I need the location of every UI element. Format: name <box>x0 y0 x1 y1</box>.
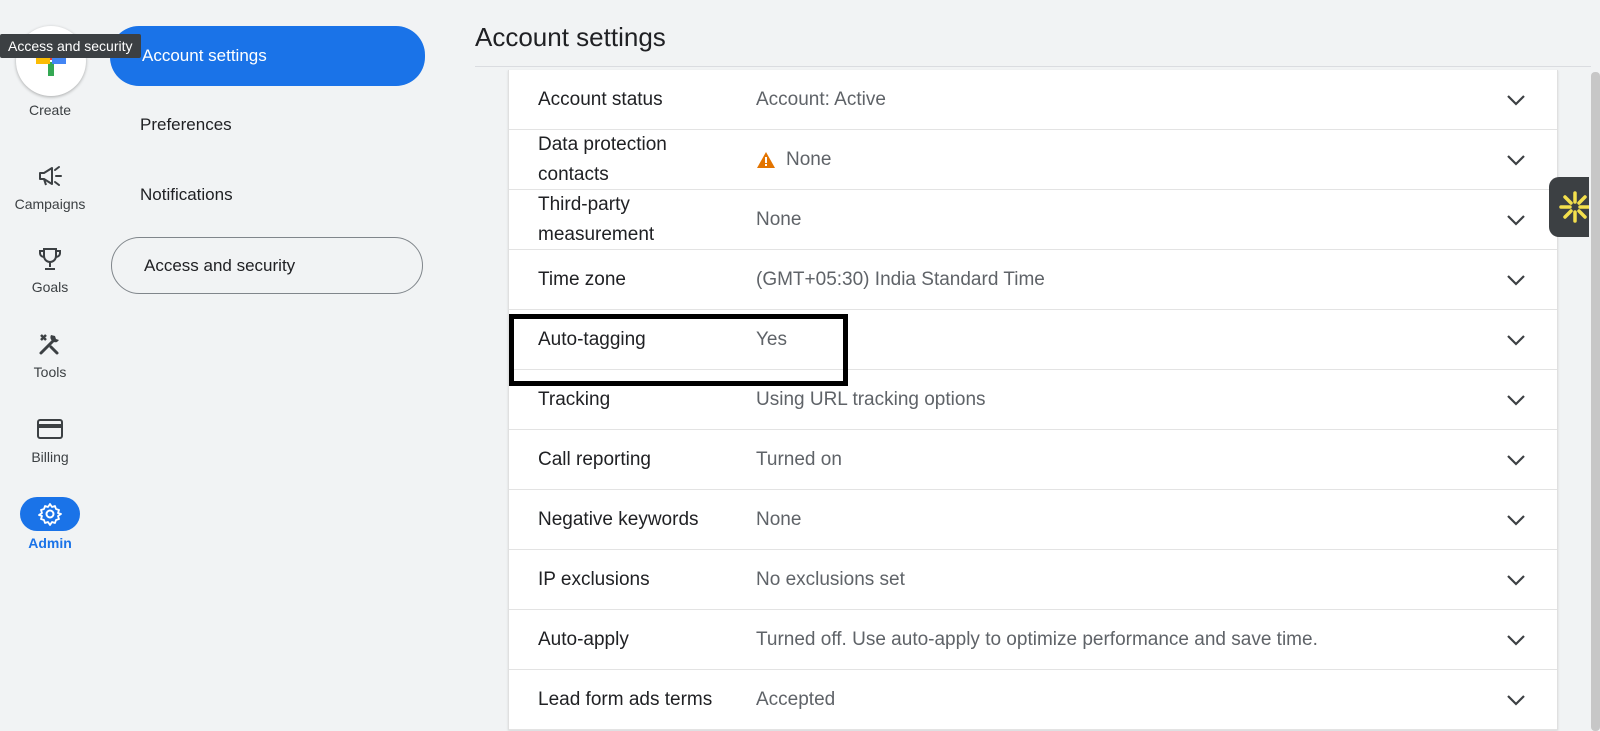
megaphone-icon <box>32 160 68 192</box>
chevron-down-icon[interactable] <box>1505 629 1527 651</box>
row-value-text: Using URL tracking options <box>756 388 986 410</box>
row-value: Turned off. Use auto-apply to optimize p… <box>756 629 1318 651</box>
row-value: None <box>756 209 801 231</box>
row-value: (GMT+05:30) India Standard Time <box>756 269 1045 291</box>
navigation-rail: Create Campaigns Goals Tools Billing Adm… <box>0 0 100 731</box>
sparkle-icon <box>1558 191 1591 223</box>
chevron-down-icon[interactable] <box>1505 389 1527 411</box>
row-value-text: None <box>756 208 802 230</box>
settings-row-data-protection-contacts[interactable]: Data protection contacts None <box>509 130 1557 190</box>
scrollbar-thumb[interactable] <box>1591 72 1600 731</box>
rail-item-admin[interactable]: Admin <box>0 497 100 567</box>
row-value-text: None <box>786 148 832 170</box>
row-value-text: None <box>756 508 802 530</box>
row-label: Data protection contacts <box>538 133 667 185</box>
settings-row-auto-tagging[interactable]: Auto-tagging Yes <box>509 310 1557 370</box>
row-label: Tracking <box>538 388 611 410</box>
row-value-text: Turned off. Use auto-apply to optimize p… <box>756 628 1318 650</box>
subnav-item-access-and-security[interactable]: Access and security <box>111 237 423 294</box>
row-value: Accepted <box>756 689 835 711</box>
subnav-item-notifications[interactable]: Notifications <box>108 166 425 224</box>
row-value-text: Turned on <box>756 448 842 470</box>
page-title: Account settings <box>475 22 666 52</box>
row-value: Using URL tracking options <box>756 389 986 411</box>
row-label: Lead form ads terms <box>538 688 713 710</box>
row-value: None <box>756 509 801 531</box>
row-label: Account status <box>538 88 663 110</box>
credit-card-icon <box>32 413 68 445</box>
settings-row-ip-exclusions[interactable]: IP exclusions No exclusions set <box>509 550 1557 610</box>
settings-row-third-party-measurement[interactable]: Third-party measurement None <box>509 190 1557 250</box>
rail-item-tools[interactable]: Tools <box>0 328 100 398</box>
settings-row-negative-keywords[interactable]: Negative keywords None <box>509 490 1557 550</box>
rail-item-goals[interactable]: Goals <box>0 243 100 313</box>
rail-label: Admin <box>28 535 72 551</box>
create-label: Create <box>28 102 72 118</box>
row-value-text: No exclusions set <box>756 568 905 590</box>
row-value: Turned on <box>756 449 842 471</box>
rail-item-billing[interactable]: Billing <box>0 413 100 483</box>
rail-label: Campaigns <box>14 196 86 212</box>
rail-label: Tools <box>33 364 67 380</box>
row-label: Negative keywords <box>538 508 699 530</box>
chevron-down-icon[interactable] <box>1505 569 1527 591</box>
settings-row-auto-apply[interactable]: Auto-apply Turned off. Use auto-apply to… <box>509 610 1557 670</box>
settings-row-tracking[interactable]: Tracking Using URL tracking options <box>509 370 1557 430</box>
rail-label: Billing <box>31 449 69 465</box>
subnav-item-account-settings[interactable]: Account settings <box>110 26 425 86</box>
settings-row-account-status[interactable]: Account status Account: Active <box>509 70 1557 130</box>
subnav-item-preferences[interactable]: Preferences <box>108 96 425 154</box>
chevron-down-icon[interactable] <box>1505 89 1527 111</box>
row-value: Yes <box>756 329 787 351</box>
trophy-icon <box>32 243 68 275</box>
row-value-text: Account: Active <box>756 88 886 110</box>
rail-item-campaigns[interactable]: Campaigns <box>0 160 100 230</box>
tooltip: Access and security <box>0 34 141 58</box>
row-value-text: (GMT+05:30) India Standard Time <box>756 268 1045 290</box>
chevron-down-icon[interactable] <box>1505 509 1527 531</box>
rail-label: Goals <box>31 279 69 295</box>
row-value: None <box>756 149 831 171</box>
chevron-down-icon[interactable] <box>1505 689 1527 711</box>
row-label: Third-party measurement <box>538 193 655 245</box>
chevron-down-icon[interactable] <box>1505 209 1527 231</box>
row-label: Call reporting <box>538 448 651 470</box>
row-value: No exclusions set <box>756 569 905 591</box>
settings-card: Account status Account: Active Data prot… <box>508 70 1558 730</box>
row-label: Time zone <box>538 268 626 290</box>
settings-row-lead-form-ads-terms[interactable]: Lead form ads terms Accepted <box>509 670 1557 730</box>
tools-icon <box>32 328 68 360</box>
chevron-down-icon[interactable] <box>1505 269 1527 291</box>
settings-row-time-zone[interactable]: Time zone (GMT+05:30) India Standard Tim… <box>509 250 1557 310</box>
settings-row-call-reporting[interactable]: Call reporting Turned on <box>509 430 1557 490</box>
chevron-down-icon[interactable] <box>1505 149 1527 171</box>
row-value-text: Yes <box>756 328 787 350</box>
gear-icon <box>20 497 80 531</box>
row-label: Auto-tagging <box>538 328 646 350</box>
chevron-down-icon[interactable] <box>1505 449 1527 471</box>
row-label: Auto-apply <box>538 628 629 650</box>
warning-icon <box>757 151 775 168</box>
row-value-text: Accepted <box>756 688 836 710</box>
chevron-down-icon[interactable] <box>1505 329 1527 351</box>
row-label: IP exclusions <box>538 568 650 590</box>
row-value: Account: Active <box>756 89 886 111</box>
title-divider <box>475 66 1591 67</box>
